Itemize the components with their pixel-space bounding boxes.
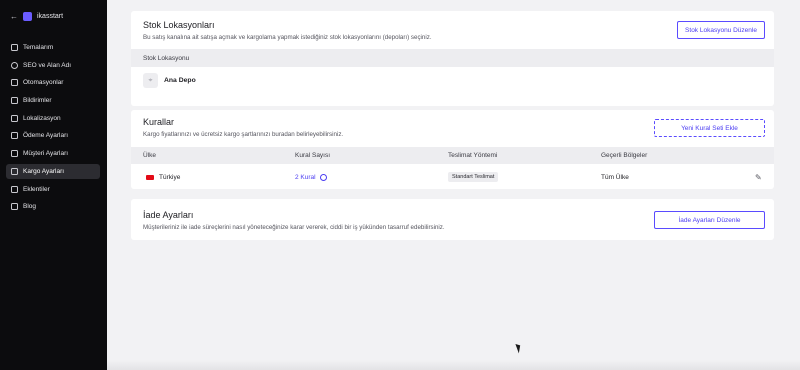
sidebar-header: ← ikasstart bbox=[10, 10, 63, 22]
layout-icon bbox=[11, 44, 18, 51]
location-pin-icon: ⌖ bbox=[143, 73, 158, 88]
credit-card-icon bbox=[11, 132, 18, 140]
bottom-edge bbox=[107, 360, 800, 370]
rule-count-cell[interactable]: 2 Kural bbox=[295, 166, 327, 188]
sidebar-item-label: Eklentiler bbox=[23, 185, 50, 193]
sidebar-item-label: SEO ve Alan Adı bbox=[23, 61, 72, 69]
back-arrow-icon[interactable]: ← bbox=[10, 12, 18, 21]
sidebar-item-lokalizasyon[interactable]: Lokalizasyon bbox=[6, 111, 100, 126]
column-header-regions: Geçerli Bölgeler bbox=[601, 152, 648, 159]
sidebar: ← ikasstart Temalarım SEO ve Alan Adı Ot… bbox=[0, 0, 107, 370]
sidebar-item-kargo[interactable]: Kargo Ayarları bbox=[6, 163, 100, 179]
stock-location-column-header: Stok Lokasyonu bbox=[131, 49, 774, 67]
sidebar-item-label: Bildirimler bbox=[23, 97, 52, 105]
returns-description: Müşterileriniz ile iade süreçlerini nası… bbox=[143, 224, 445, 231]
country-name: Türkiye bbox=[159, 173, 181, 181]
return-settings-card: İade Ayarları Müşterileriniz ile iade sü… bbox=[131, 199, 774, 240]
bell-icon bbox=[11, 97, 18, 105]
column-header-rule-count: Kural Sayısı bbox=[295, 152, 331, 159]
sidebar-item-blog[interactable]: Blog bbox=[6, 199, 100, 214]
sidebar-item-label: Müşteri Ayarları bbox=[23, 150, 69, 158]
returns-title: İade Ayarları bbox=[143, 210, 194, 220]
grid-icon bbox=[11, 185, 18, 193]
rule-count-link[interactable]: 2 Kural bbox=[295, 174, 316, 181]
delivery-method-cell: Standart Teslimat bbox=[448, 166, 499, 188]
sidebar-nav: Temalarım SEO ve Alan Adı Otomasyonlar B… bbox=[6, 40, 100, 217]
stock-locations-card: Stok Lokasyonları Bu satış kanalına ait … bbox=[131, 11, 774, 106]
language-icon bbox=[11, 114, 18, 122]
stock-description: Bu satış kanalına ait satışa açmak ve ka… bbox=[143, 34, 432, 41]
sidebar-item-bildirimler[interactable]: Bildirimler bbox=[6, 93, 100, 108]
sidebar-item-eklentiler[interactable]: Eklentiler bbox=[6, 182, 100, 197]
store-logo-icon bbox=[23, 11, 32, 21]
rules-title: Kurallar bbox=[143, 117, 175, 127]
info-icon[interactable] bbox=[319, 173, 327, 181]
table-row[interactable]: Türkiye 2 Kural Standart Teslimat Tüm Ül… bbox=[131, 166, 774, 188]
sidebar-item-otomasyonlar[interactable]: Otomasyonlar bbox=[6, 75, 100, 90]
stock-title: Stok Lokasyonları bbox=[143, 20, 215, 30]
sidebar-item-label: Kargo Ayarları bbox=[23, 167, 65, 175]
edit-return-settings-button[interactable]: İade Ayarları Düzenle bbox=[654, 211, 765, 229]
column-header-country: Ülke bbox=[143, 152, 157, 159]
book-icon bbox=[11, 203, 18, 211]
sidebar-item-label: Otomasyonlar bbox=[23, 79, 64, 87]
sidebar-item-label: Temalarım bbox=[23, 44, 54, 51]
location-name: Ana Depo bbox=[164, 77, 196, 84]
edit-pencil-icon[interactable]: ✎ bbox=[755, 166, 762, 188]
rules-description: Kargo fiyatlarınızı ve ücretsiz kargo şa… bbox=[143, 131, 344, 138]
sidebar-item-label: Ödeme Ayarları bbox=[23, 132, 69, 140]
rules-table-header: Ülke Kural Sayısı Teslimat Yöntemi Geçer… bbox=[131, 147, 774, 164]
bolt-icon bbox=[11, 79, 18, 87]
sidebar-item-label: Lokalizasyon bbox=[23, 114, 61, 122]
edit-stock-location-button[interactable]: Stok Lokasyonu Düzenle bbox=[677, 21, 765, 39]
stock-location-row: ⌖ Ana Depo bbox=[143, 73, 196, 88]
globe-icon bbox=[11, 61, 18, 69]
shipping-rules-card: Kurallar Kargo fiyatlarınızı ve ücretsiz… bbox=[131, 110, 774, 189]
users-icon bbox=[11, 150, 18, 158]
sidebar-item-temalarim[interactable]: Temalarım bbox=[6, 40, 100, 55]
sidebar-item-odeme[interactable]: Ödeme Ayarları bbox=[6, 128, 100, 143]
column-header-delivery-method: Teslimat Yöntemi bbox=[448, 152, 498, 159]
main-content: Stok Lokasyonları Bu satış kanalına ait … bbox=[107, 0, 800, 370]
add-rule-set-button[interactable]: Yeni Kural Seti Ekle bbox=[654, 119, 765, 137]
turkey-flag-icon bbox=[146, 174, 154, 180]
sidebar-item-label: Blog bbox=[23, 203, 37, 211]
delivery-method-badge: Standart Teslimat bbox=[448, 172, 499, 182]
country-cell: Türkiye bbox=[146, 166, 180, 188]
sidebar-item-musteri[interactable]: Müşteri Ayarları bbox=[6, 146, 100, 161]
sidebar-item-seo[interactable]: SEO ve Alan Adı bbox=[6, 58, 100, 73]
store-name: ikasstart bbox=[37, 12, 64, 20]
truck-icon bbox=[11, 167, 18, 175]
regions-cell: Tüm Ülke bbox=[601, 173, 629, 181]
